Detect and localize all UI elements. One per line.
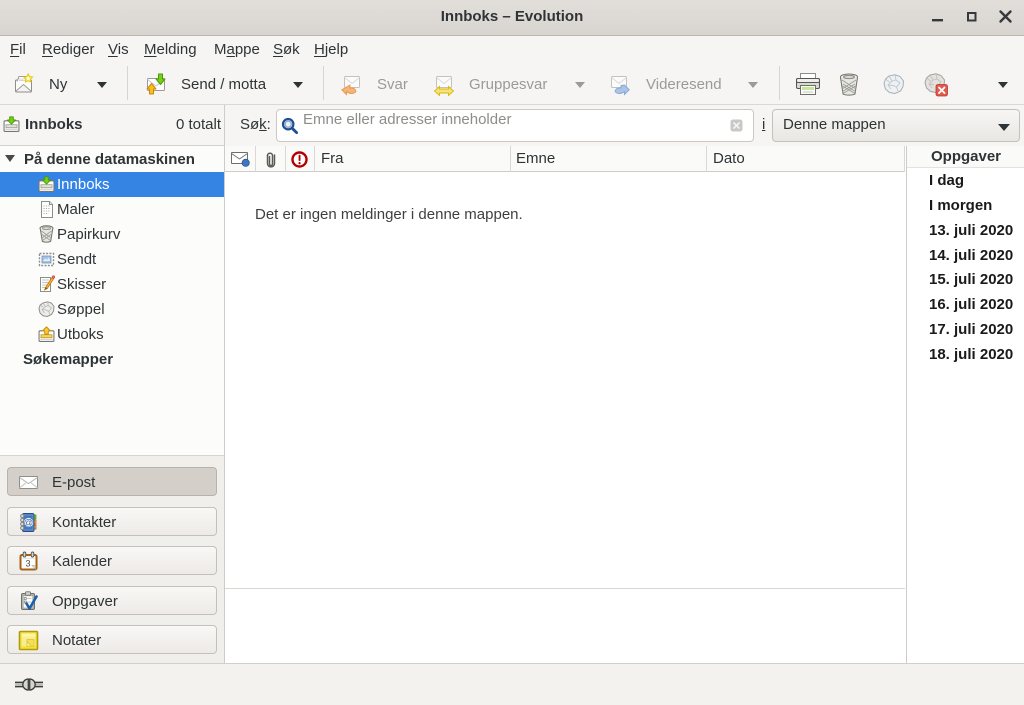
svg-text:3: 3: [25, 559, 30, 569]
svg-text:@: @: [24, 517, 34, 528]
